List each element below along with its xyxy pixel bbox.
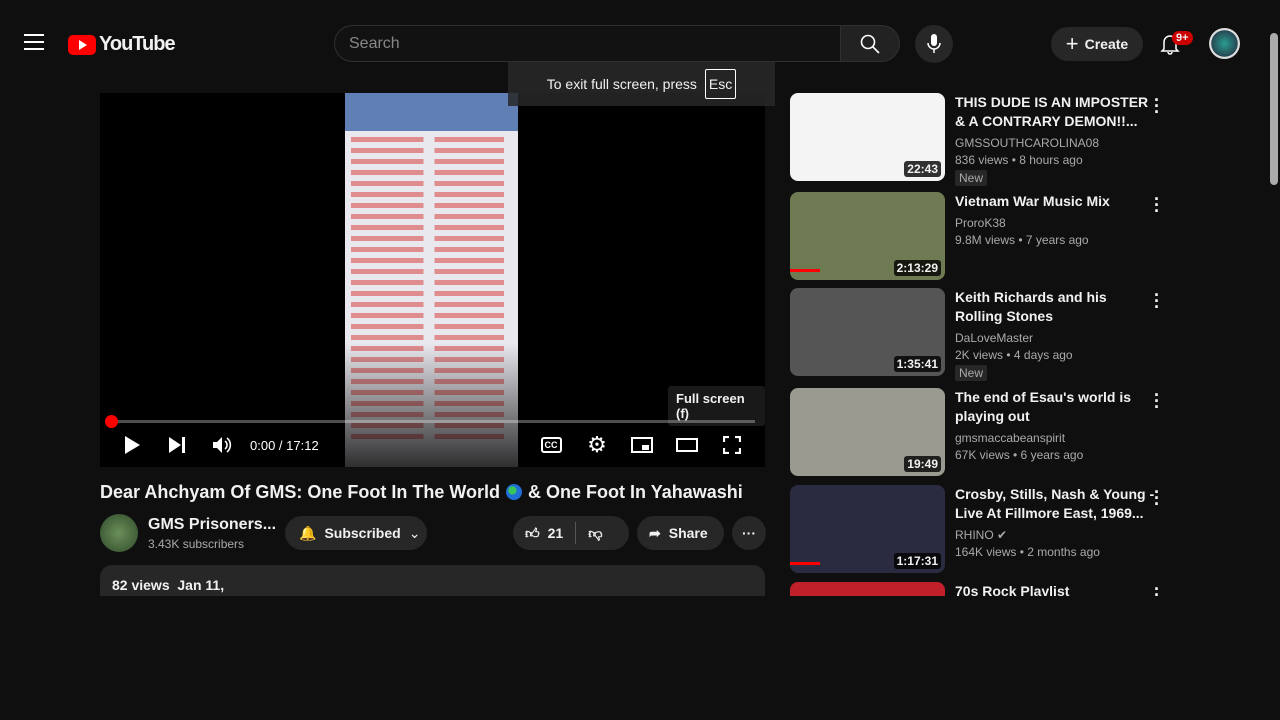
theater-mode-button[interactable] [675, 433, 699, 457]
create-button[interactable]: + Create [1051, 27, 1143, 61]
channel-name[interactable]: ProroK38 [955, 216, 1006, 230]
recommended-video[interactable]: 19:49 The end of Esau's world is playing … [790, 386, 1180, 484]
video-meta: 2K views • 4 days ago [955, 348, 1073, 362]
channel-name[interactable]: GMS Prisoners... [148, 516, 276, 534]
video-title[interactable]: Crosby, Stills, Nash & Young - Live At F… [955, 485, 1155, 523]
watch-progress [790, 562, 820, 565]
plus-icon: + [1065, 31, 1079, 56]
logo-text: YouTube [99, 33, 176, 55]
fullscreen-exit-notice: To exit full screen, press Esc [508, 62, 775, 106]
like-dislike-group: 👍︎ 21 👎︎ [513, 516, 629, 550]
video-title: Dear Ahchyam Of GMS: One Foot In The Wor… [100, 482, 743, 502]
search-button[interactable] [840, 25, 900, 62]
share-button[interactable]: ➦ Share [637, 516, 724, 550]
channel-name[interactable]: DaLoveMaster [955, 331, 1033, 345]
scrubber-handle[interactable] [105, 415, 118, 428]
esc-key: Esc [704, 69, 737, 99]
dislike-button[interactable]: 👎︎ [576, 525, 614, 542]
video-thumbnail[interactable]: 1:35:41 [790, 288, 945, 376]
youtube-play-icon [68, 34, 96, 55]
channel-avatar[interactable] [100, 514, 138, 552]
captions-button[interactable]: CC [540, 433, 562, 457]
thumbs-down-icon: 👎︎ [588, 524, 603, 541]
recommended-video[interactable]: 2:13:29 Vietnam War Music Mix · · · ProroK38 9… [790, 190, 1180, 288]
miniplayer-button[interactable] [630, 433, 654, 457]
next-button[interactable] [167, 433, 187, 457]
youtube-logo[interactable]: YouTube [68, 33, 176, 56]
voice-search-button[interactable] [915, 25, 953, 63]
verified-icon: ✔ [997, 528, 1008, 542]
video-title[interactable]: Keith Richards and his Rolling Stones [955, 288, 1155, 326]
watch-progress [790, 269, 820, 272]
account-avatar[interactable] [1209, 28, 1240, 59]
channel-name[interactable]: GMSSOUTHCAROLINA08 [955, 136, 1099, 150]
exit-notice-text: To exit full screen, press [546, 76, 697, 92]
duration-badge: 1:35:41 [893, 356, 941, 372]
video-meta: 164K views • 2 months ago [955, 545, 1100, 559]
video-meta: 9.8M views • 7 years ago [955, 233, 1089, 247]
microphone-icon [927, 34, 941, 53]
menu-icon[interactable] [24, 34, 44, 50]
duration-badge: 2:13:29 [893, 260, 941, 276]
duration-badge: 1:17:31 [893, 553, 941, 569]
more-actions-button[interactable]: ··· [732, 516, 766, 550]
duration-badge: 19:49 [904, 456, 941, 472]
chevron-down-icon: ⌄ [408, 524, 421, 541]
fullscreen-icon [723, 436, 741, 454]
search-input[interactable]: Search [334, 25, 841, 62]
subscribed-button[interactable]: 🔔 Subscribed ⌄ [285, 516, 427, 550]
globe-icon [506, 484, 523, 500]
share-icon: ➦ [649, 524, 661, 541]
next-icon [169, 437, 185, 453]
video-thumbnail[interactable]: 22:43 [790, 93, 945, 181]
more-options-icon[interactable]: ··· [1152, 483, 1162, 513]
progress-bar[interactable] [110, 420, 755, 423]
time-display: 0:00 / 17:12 [250, 437, 319, 453]
search-icon [860, 34, 880, 54]
video-thumbnail[interactable]: 1:17:31 [790, 485, 945, 573]
fullscreen-button[interactable] [721, 433, 743, 457]
video-meta: 836 views • 8 hours ago [955, 153, 1083, 167]
video-thumbnail[interactable]: 2:13:29 [790, 192, 945, 280]
play-button[interactable] [122, 433, 142, 457]
more-options-icon[interactable]: ··· [1152, 386, 1162, 416]
like-button[interactable]: 👍︎ 21 [513, 522, 577, 544]
volume-button[interactable] [211, 433, 235, 457]
captions-icon: CC [540, 437, 562, 453]
more-icon: ··· [742, 525, 756, 541]
subscriber-count: 3.43K subscribers [148, 537, 245, 551]
scrollbar[interactable] [1270, 33, 1278, 185]
settings-button[interactable]: ⚙ [586, 432, 608, 457]
miniplayer-icon [631, 437, 653, 453]
channel-name[interactable]: gmsmaccabeanspirit [955, 431, 1065, 445]
gear-icon: ⚙ [587, 432, 607, 457]
new-badge: New [955, 365, 988, 381]
thumbs-up-icon: 👍︎ [525, 524, 540, 541]
channel-name[interactable]: RHINO ✔ [955, 528, 1007, 542]
theater-icon [676, 438, 698, 452]
recommended-video[interactable]: 1:17:31 Crosby, Stills, Nash & Young - Li… [790, 483, 1180, 581]
create-label: Create [1084, 36, 1129, 52]
recommended-video[interactable]: 22:43 THIS DUDE IS AN IMPOSTER & A CONTRA… [790, 91, 1180, 189]
video-title[interactable]: Vietnam War Music Mix [955, 192, 1155, 211]
more-options-icon[interactable]: ··· [1152, 190, 1162, 220]
play-icon [125, 436, 140, 454]
volume-icon [213, 437, 232, 453]
duration-badge: 22:43 [904, 161, 941, 177]
video-title[interactable]: THIS DUDE IS AN IMPOSTER & A CONTRARY DE… [955, 93, 1155, 131]
video-meta: 67K views • 6 years ago [955, 448, 1084, 462]
video-thumbnail[interactable]: 19:49 [790, 388, 945, 476]
video-player[interactable]: Full screen (f) 0:00 / 17:12 CC ⚙ [100, 93, 765, 467]
video-title[interactable]: The end of Esau's world is playing out [955, 388, 1155, 426]
bell-icon: 🔔 [299, 524, 317, 541]
recommended-video[interactable]: 1:35:41 Keith Richards and his Rolling St… [790, 286, 1180, 384]
new-badge: New [955, 170, 988, 186]
more-options-icon[interactable]: ··· [1152, 286, 1162, 316]
more-options-icon[interactable]: ··· [1152, 91, 1162, 121]
notification-badge: 9+ [1172, 31, 1193, 45]
